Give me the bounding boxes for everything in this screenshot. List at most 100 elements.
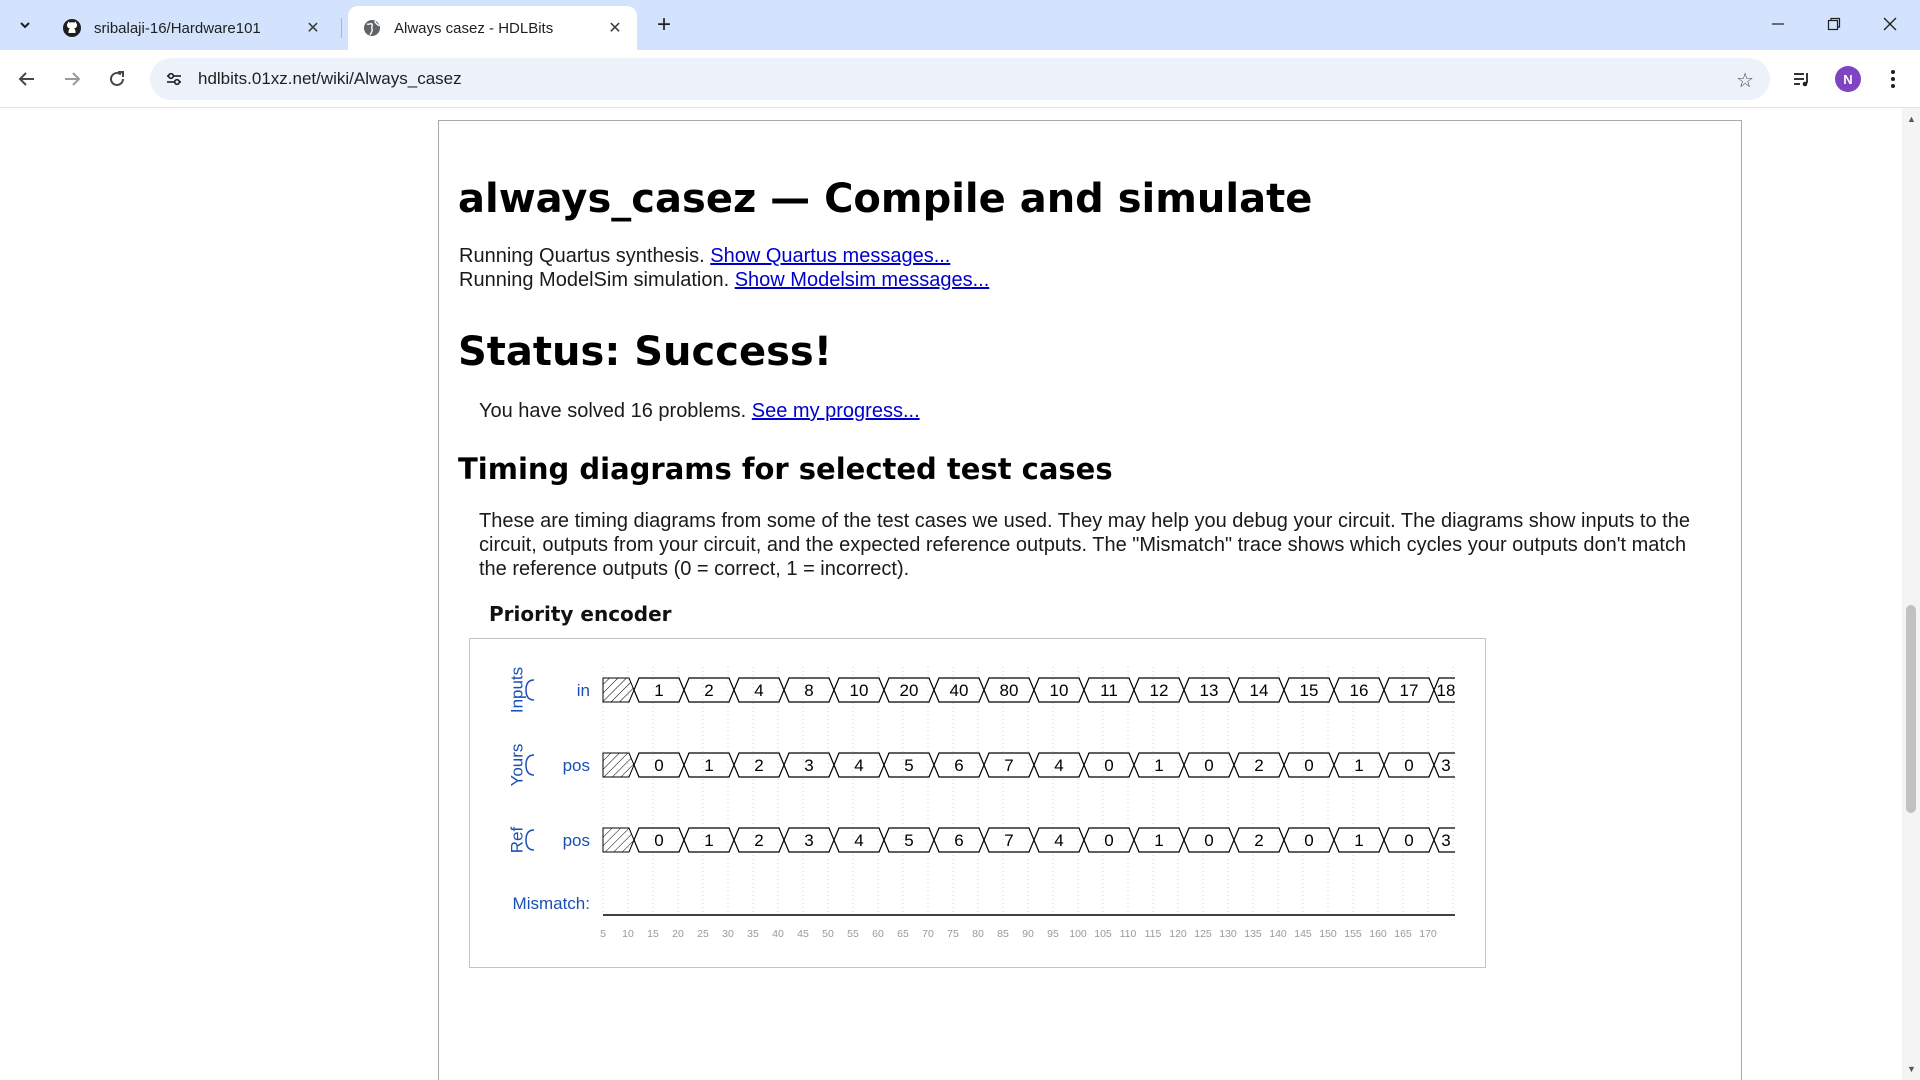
time-tick-label: 170 — [1419, 928, 1437, 940]
time-tick-label: 20 — [672, 928, 684, 940]
group-bracket — [525, 829, 535, 851]
time-tick-label: 45 — [797, 928, 809, 940]
back-button[interactable] — [10, 62, 44, 96]
show-modelsim-messages-link[interactable]: Show Modelsim messages... — [735, 269, 990, 291]
bookmark-star-icon[interactable]: ☆ — [1736, 68, 1754, 93]
value-label: 0 — [1104, 831, 1113, 850]
time-tick-label: 150 — [1319, 928, 1337, 940]
scroll-down-icon[interactable]: ▼ — [1907, 1064, 1916, 1074]
tab-title: Always casez - HDLBits — [394, 19, 554, 37]
value-label: 13 — [1200, 681, 1219, 700]
minimize-button[interactable] — [1750, 0, 1806, 48]
value-label: 0 — [1104, 756, 1113, 775]
quartus-line: Running Quartus synthesis. Show Quartus … — [459, 245, 950, 268]
timing-diagram: Inputs in 1 2 4 8 10 20 40 80 10 11 12 13 14 15 16 17 18 Yo… — [469, 638, 1486, 968]
time-tick-label: 155 — [1344, 928, 1362, 940]
value-label: 80 — [1000, 681, 1019, 700]
menu-button[interactable] — [1876, 62, 1910, 96]
close-icon[interactable]: ✕ — [605, 18, 625, 38]
tab-title: sribalaji-16/Hardware101 — [94, 19, 261, 37]
status-heading: Status: Success! — [458, 329, 832, 375]
time-tick-label: 130 — [1219, 928, 1237, 940]
tab-hardware101[interactable]: sribalaji-16/Hardware101 ✕ — [48, 6, 335, 50]
page-viewport: always_casez — Compile and simulate Runn… — [0, 108, 1902, 1080]
value-label: 1 — [704, 756, 713, 775]
value-label: 1 — [1354, 831, 1363, 850]
show-quartus-messages-link[interactable]: Show Quartus messages... — [710, 245, 950, 267]
value-label: 40 — [950, 681, 969, 700]
value-label: 5 — [904, 831, 913, 850]
group-bracket — [525, 754, 535, 776]
time-tick-label: 50 — [822, 928, 834, 940]
tab-separator — [341, 18, 342, 38]
page-scrollbar[interactable]: ▲ ▼ — [1902, 108, 1920, 1080]
profile-button[interactable]: N — [1831, 62, 1865, 96]
value-label: 2 — [704, 681, 713, 700]
time-tick-label: 70 — [922, 928, 934, 940]
github-icon — [62, 18, 82, 38]
restore-icon — [1827, 17, 1841, 31]
media-controls-button[interactable] — [1785, 62, 1819, 96]
time-tick-label: 35 — [747, 928, 759, 940]
time-tick-label: 55 — [847, 928, 859, 940]
value-label: 2 — [1254, 831, 1263, 850]
reload-button[interactable] — [100, 62, 134, 96]
time-tick-label: 75 — [947, 928, 959, 940]
see-my-progress-link[interactable]: See my progress... — [752, 400, 920, 422]
tab-always-casez[interactable]: Always casez - HDLBits ✕ — [348, 6, 637, 50]
scrollbar-thumb[interactable] — [1906, 605, 1916, 813]
close-icon — [1883, 17, 1897, 31]
value-label: 5 — [904, 756, 913, 775]
mismatch-label: Mismatch: — [513, 894, 590, 913]
quartus-status: Running Quartus synthesis. — [459, 245, 705, 267]
value-label: 8 — [804, 681, 813, 700]
time-tick-label: 90 — [1022, 928, 1034, 940]
value-label: 2 — [754, 756, 763, 775]
site-info-icon[interactable] — [154, 58, 194, 100]
time-tick-label: 40 — [772, 928, 784, 940]
kebab-menu-icon — [1891, 70, 1895, 88]
signal-label: pos — [563, 756, 590, 775]
new-tab-button[interactable]: + — [650, 11, 678, 39]
undefined-region — [602, 752, 635, 778]
value-label: 12 — [1150, 681, 1169, 700]
value-label: 0 — [1204, 756, 1213, 775]
media-queue-icon — [1794, 73, 1808, 87]
forward-button[interactable] — [55, 62, 89, 96]
value-label: 20 — [900, 681, 919, 700]
group-label: Yours — [507, 744, 526, 787]
undefined-region — [602, 677, 635, 703]
url-text[interactable]: hdlbits.01xz.net/wiki/Always_casez — [198, 69, 462, 89]
address-bar[interactable]: hdlbits.01xz.net/wiki/Always_casez ☆ — [150, 58, 1770, 100]
arrow-right-icon — [65, 72, 81, 86]
time-tick-label: 65 — [897, 928, 909, 940]
value-label: 0 — [1204, 831, 1213, 850]
arrow-left-icon — [18, 72, 34, 86]
value-label: 1 — [654, 681, 663, 700]
value-label: 3 — [804, 831, 813, 850]
plus-icon: + — [656, 11, 671, 38]
time-tick-label: 120 — [1169, 928, 1187, 940]
scroll-up-icon[interactable]: ▲ — [1907, 114, 1916, 124]
close-window-button[interactable] — [1862, 0, 1918, 48]
time-tick-label: 165 — [1394, 928, 1412, 940]
value-label: 0 — [1404, 756, 1413, 775]
value-label: 0 — [1404, 831, 1413, 850]
value-label: 4 — [754, 681, 763, 700]
time-tick-label: 80 — [972, 928, 984, 940]
restore-button[interactable] — [1806, 0, 1862, 48]
time-tick-label: 5 — [600, 928, 606, 940]
time-tick-label: 25 — [697, 928, 709, 940]
value-label: 7 — [1004, 831, 1013, 850]
value-label: 0 — [1304, 831, 1313, 850]
value-label: 4 — [854, 756, 863, 775]
value-label: 0 — [1304, 756, 1313, 775]
close-icon[interactable]: ✕ — [303, 18, 323, 38]
value-label: 18 — [1437, 681, 1456, 700]
diagram-caption: Priority encoder — [489, 602, 672, 626]
value-label: 11 — [1100, 681, 1118, 700]
time-tick-label: 60 — [872, 928, 884, 940]
timing-diagram-svg: Inputs in 1 2 4 8 10 20 40 80 10 11 12 13 14 15 16 17 18Yo… — [507, 667, 1456, 940]
tab-search-button[interactable] — [11, 11, 39, 39]
solved-count-text: You have solved 16 problems. — [479, 400, 747, 422]
